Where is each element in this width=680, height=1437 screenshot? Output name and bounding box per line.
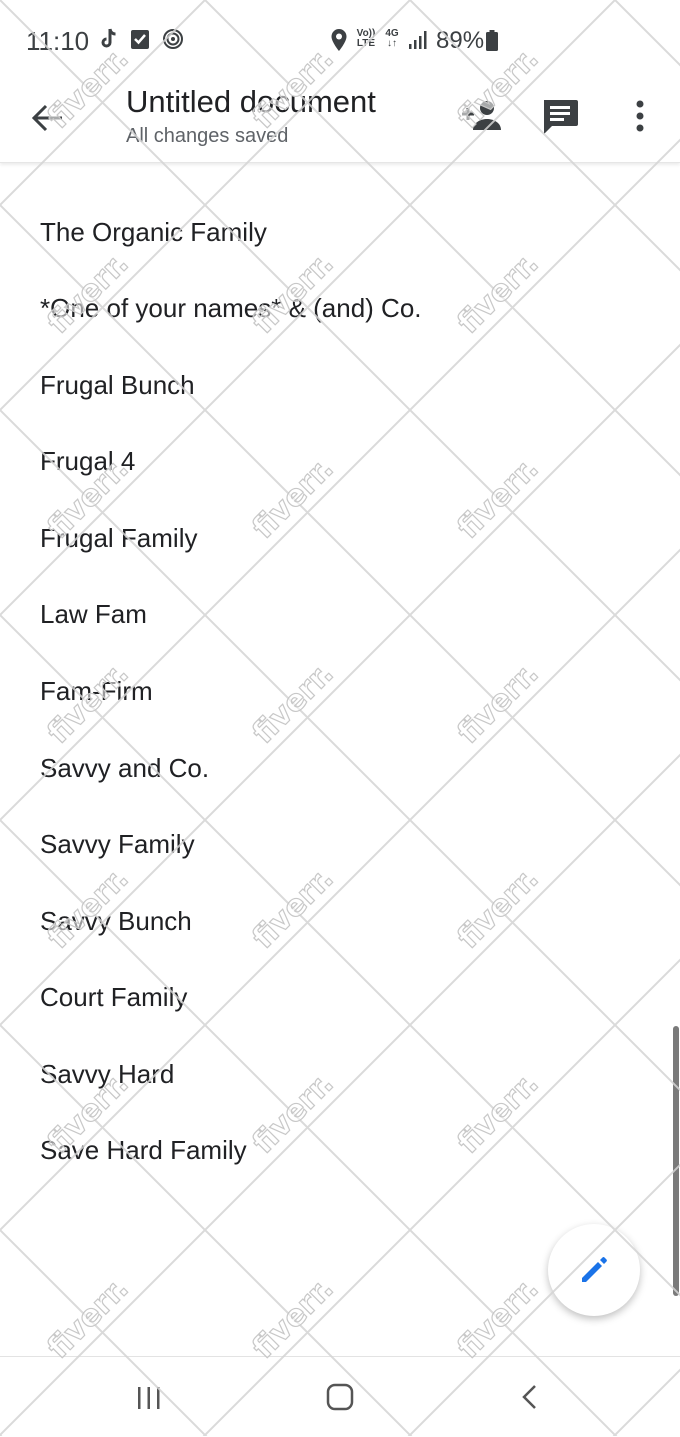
doc-line[interactable]: The Organic Family [40,217,267,248]
battery-percent: 89% [436,27,485,54]
doc-line[interactable]: Savvy and Co. [40,753,209,784]
doc-line[interactable]: Court Family [40,982,187,1013]
doc-line[interactable]: Save Hard Family [40,1135,247,1166]
doc-line[interactable]: Savvy Hard [40,1059,174,1090]
doc-line[interactable]: Frugal Family [40,523,197,554]
doc-line[interactable]: Law Fam [40,599,147,630]
document-title[interactable]: Untitled document [126,84,376,120]
save-status: All changes saved [126,125,289,147]
navigation-bar [0,1356,680,1437]
data-arrows-icon: 4G ↓↑ [382,29,402,49]
app-bar: Untitled document All changes saved [0,82,680,163]
comment-icon[interactable] [540,96,580,136]
check-box-icon [131,30,149,49]
scrollbar-thumb[interactable] [673,1026,679,1296]
status-icons-left [100,28,184,50]
status-time: 11:10 [26,26,90,56]
more-vert-icon[interactable] [624,96,656,136]
edit-pencil-icon [582,1257,607,1282]
battery-icon [486,30,498,51]
volte-icon: Vo)) LTE [354,29,378,49]
back-icon[interactable] [518,1383,542,1411]
data-arrows-glyph: ↓↑ [387,38,397,49]
status-bar: 11:10 Vo)) LTE 4G ↓↑ 89% [0,0,680,82]
location-icon [331,29,347,51]
doc-line[interactable]: Frugal Bunch [40,370,195,401]
back-arrow-icon[interactable] [28,98,68,138]
edit-button[interactable] [548,1224,640,1316]
radar-icon [163,29,183,49]
document-body[interactable]: The Organic Family *One of your names* &… [0,162,680,1356]
home-icon[interactable] [326,1383,354,1411]
add-person-icon[interactable] [460,96,506,136]
doc-line[interactable]: Savvy Family [40,829,195,860]
recent-apps-icon[interactable] [134,1385,164,1411]
doc-line[interactable]: Savvy Bunch [40,906,192,937]
tiktok-icon [101,28,116,48]
doc-line[interactable]: Frugal 4 [40,446,135,477]
doc-line[interactable]: Fam-Firm [40,676,153,707]
doc-line[interactable]: *One of your names* & (and) Co. [40,293,422,324]
signal-icon [409,31,427,49]
volte-bottom-label: LTE [356,38,376,49]
